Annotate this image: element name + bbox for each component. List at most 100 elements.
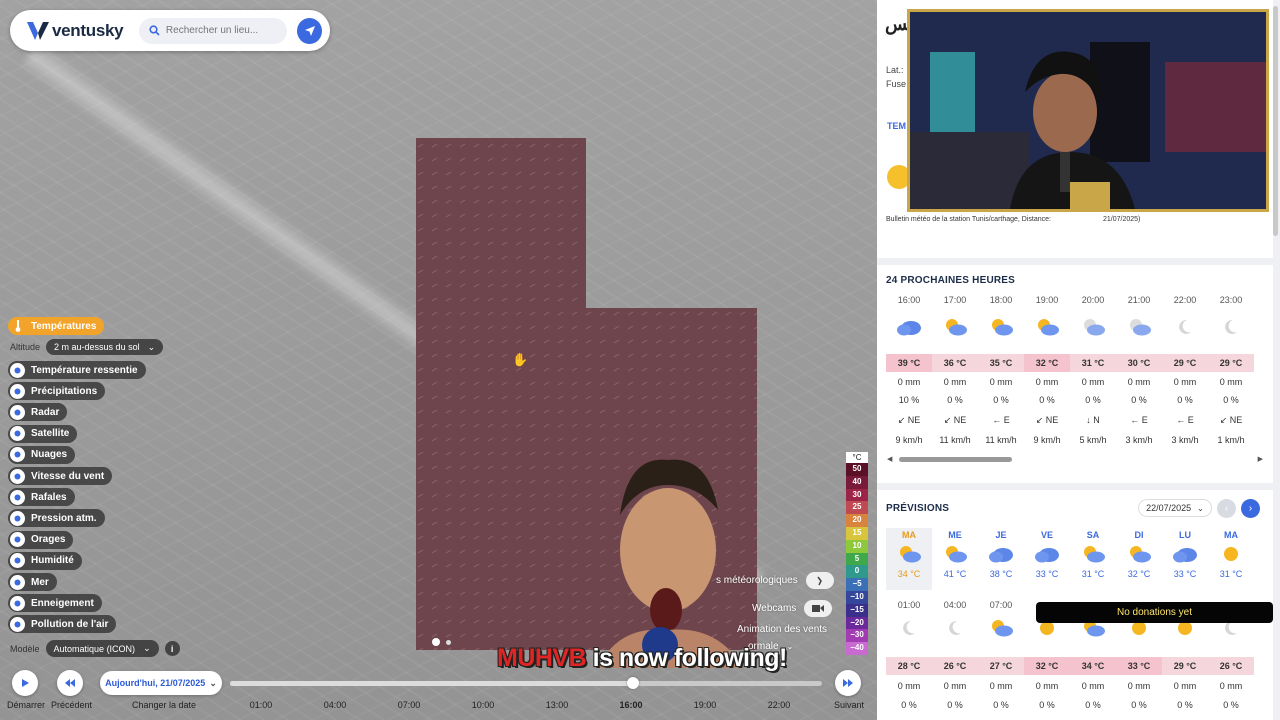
cloud-icon [10,447,25,463]
hand-cursor-icon: ✋ [512,352,529,367]
hour-wind-direction: ↓ N [1086,415,1100,425]
scroll-thumb[interactable] [899,457,1012,462]
forecast-hour-temp: 29 °C [1162,657,1208,675]
ventusky-logo[interactable]: ventusky [26,21,139,41]
donations-banner: No donations yet [1036,602,1273,623]
legend-value: 0 [846,565,868,579]
layer-item[interactable]: Vitesse du vent [8,467,113,485]
hour-label[interactable]: 13:00 [546,700,569,710]
day-column[interactable]: MA 34 °C [886,530,932,590]
hour-wind-speed: 3 km/h [1125,435,1153,445]
prev-date-button[interactable]: ‹ [1217,499,1236,518]
pager-dot-active[interactable] [432,638,440,646]
hour-label[interactable]: 04:00 [324,700,347,710]
layer-item[interactable]: Pression atm. [8,509,105,528]
day-name: JE [995,530,1007,540]
day-column[interactable]: MA 31 °C [1208,530,1254,590]
hour-column[interactable]: 19:00 32 °C 0 mm 0 % ↙ NE 9 km/h [1024,295,1070,455]
day-temp: 31 °C [1219,569,1243,579]
hour-column[interactable]: 17:00 36 °C 0 mm 0 % ↙ NE 11 km/h [932,295,978,455]
layer-item[interactable]: Humidité [8,551,82,570]
hour-label[interactable]: 07:00 [398,700,421,710]
time-slider[interactable] [230,681,822,686]
drop-icon [10,383,25,399]
previous-button[interactable] [57,670,83,696]
layer-item[interactable]: Mer [8,573,57,591]
model-label: Modèle [10,643,40,654]
scroll-right-icon[interactable]: ▶ [1258,455,1263,463]
hour-column[interactable]: 22:00 29 °C 0 mm 0 % ← E 3 km/h [1162,295,1208,455]
forecast-hour-temp: 27 °C [978,657,1024,675]
legend-value: −30 [846,629,868,643]
pressure-icon [10,510,25,526]
stations-toggle[interactable]: s météorologiques [716,572,834,589]
layer-item[interactable]: Radar [8,403,68,422]
hour-label[interactable]: 10:00 [472,700,495,710]
weather-map[interactable]: ✋ s météorologiques Webcams Animation de… [0,0,877,720]
pager-dots [432,638,451,646]
hour-column[interactable]: 20:00 31 °C 0 mm 0 % ↓ N 5 km/h [1070,295,1116,455]
day-column[interactable]: VE 33 °C [1024,530,1070,590]
search-input[interactable] [165,25,276,36]
layer-item[interactable]: Enneigement [8,594,102,613]
chevron-down-icon: ⌄ [209,677,217,688]
hour-column[interactable]: 16:00 39 °C 0 mm 10 % ↙ NE 9 km/h [886,295,932,455]
time-slider-fill [230,681,633,686]
hour-probability: 0 % [1223,395,1239,405]
webcams-toggle[interactable]: Webcams [752,600,833,617]
time-slider-handle[interactable] [626,677,639,689]
day-column[interactable]: LU 33 °C [1162,530,1208,590]
hour-temp: 32 °C [1024,354,1070,372]
info-icon[interactable]: i [164,641,180,656]
layer-item[interactable]: Nuages [8,445,76,464]
day-temp: 38 °C [989,569,1013,579]
hour-label[interactable]: 19:00 [694,700,717,710]
forecast-date-select[interactable]: 22/07/2025 ⌄ [1138,499,1212,517]
hour-label[interactable]: 22:00 [768,700,791,710]
day-temp: 32 °C [1127,569,1151,579]
altitude-row: Altitude 2 m au-dessus du sol ⌄ [10,339,164,355]
layer-item-label: Température ressentie [31,364,138,376]
hour-column[interactable]: 21:00 30 °C 0 mm 0 % ← E 3 km/h [1116,295,1162,455]
layer-item[interactable]: Précipitations [8,382,106,401]
layer-item[interactable]: Satellite [8,424,78,443]
hour-label[interactable]: 01:00 [250,700,273,710]
day-name: SA [1086,530,1100,540]
chevron-down-icon: ⌄ [786,642,794,651]
layer-item[interactable]: Rafales [8,488,75,507]
legend-value: 20 [846,514,868,527]
next24-scrollbar[interactable]: ◀ ▶ [887,455,1263,463]
date-select[interactable]: Aujourd'hui, 21/07/2025 ⌄ [100,671,222,695]
wind-icon [10,468,25,484]
panel-scrollbar[interactable] [1273,6,1278,236]
layer-item[interactable]: Température ressentie [8,361,146,379]
hour-column[interactable]: 18:00 35 °C 0 mm 0 % ← E 11 km/h [978,295,1024,455]
scroll-left-icon[interactable]: ◀ [887,455,892,463]
cloud-icon [886,317,932,341]
locate-button[interactable] [297,17,322,44]
search-box[interactable] [138,17,288,44]
hour-probability: 0 % [1085,395,1101,405]
model-select[interactable]: Automatique (ICON) ⌄ [45,640,159,657]
day-column[interactable]: JE 38 °C [978,530,1024,590]
layer-temperatures[interactable]: Températures [8,317,105,335]
tab-temperature[interactable]: TEM [887,121,906,131]
next-button[interactable] [835,670,861,696]
hour-wind-direction: ← E [1130,415,1148,425]
day-temp: 41 °C [943,569,967,579]
hour-column[interactable]: 23:00 29 °C 0 mm 0 % ↙ NE 1 km/h [1208,295,1254,455]
layer-item[interactable]: Orages [8,530,74,549]
play-button[interactable] [12,670,38,696]
chevron-down-icon: ⌄ [147,341,156,352]
altitude-select[interactable]: 2 m au-dessus du sol ⌄ [46,339,164,355]
forecast-hour-probability: 0 % [1177,700,1193,710]
hour-label[interactable]: 16:00 [619,700,642,710]
previous-label: Précédent [51,700,93,710]
next-date-button[interactable]: › [1241,499,1260,518]
day-column[interactable]: ME 41 °C [932,530,978,590]
sun-cloud-icon [932,544,978,566]
layer-item[interactable]: Pollution de l'air [8,615,117,634]
day-column[interactable]: SA 31 °C [1070,530,1116,590]
pager-dot[interactable] [446,639,451,645]
day-column[interactable]: DI 32 °C [1116,530,1162,590]
